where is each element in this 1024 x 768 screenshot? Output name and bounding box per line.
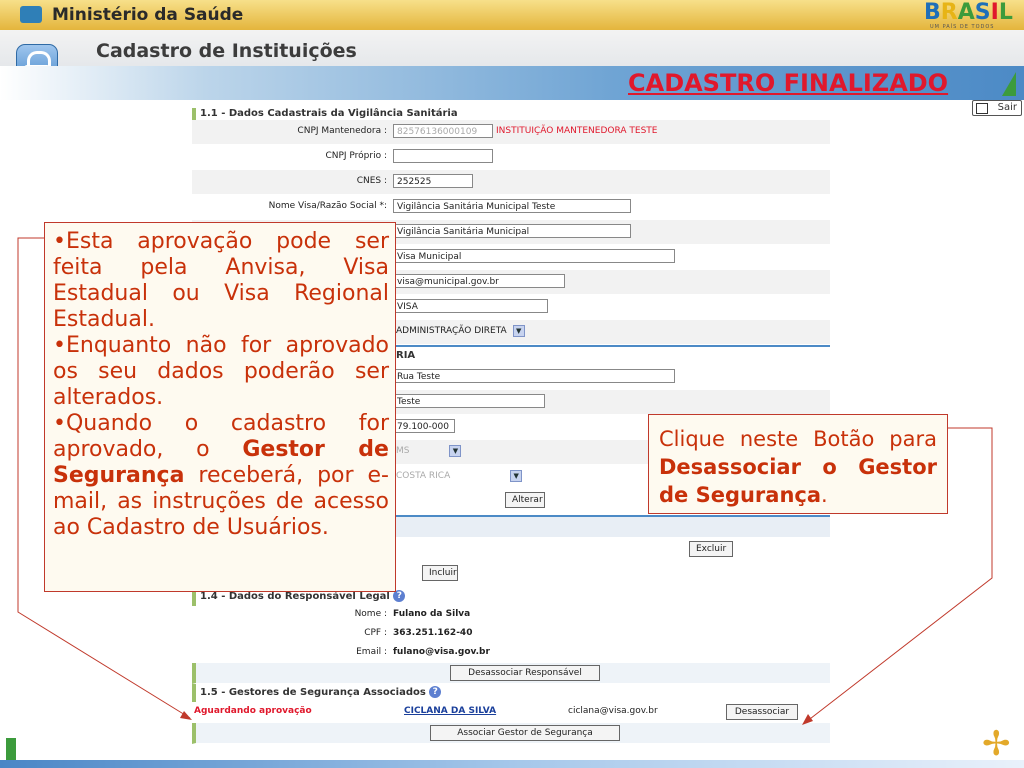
- footer-bar: [0, 760, 1024, 768]
- approval-info-callout: •Esta aprovação pode ser feita pela Anvi…: [44, 222, 396, 592]
- sus-cross-icon: ✢: [982, 724, 1011, 764]
- disassociate-info-callout: Clique neste Botão para Desassociar o Ge…: [648, 414, 948, 514]
